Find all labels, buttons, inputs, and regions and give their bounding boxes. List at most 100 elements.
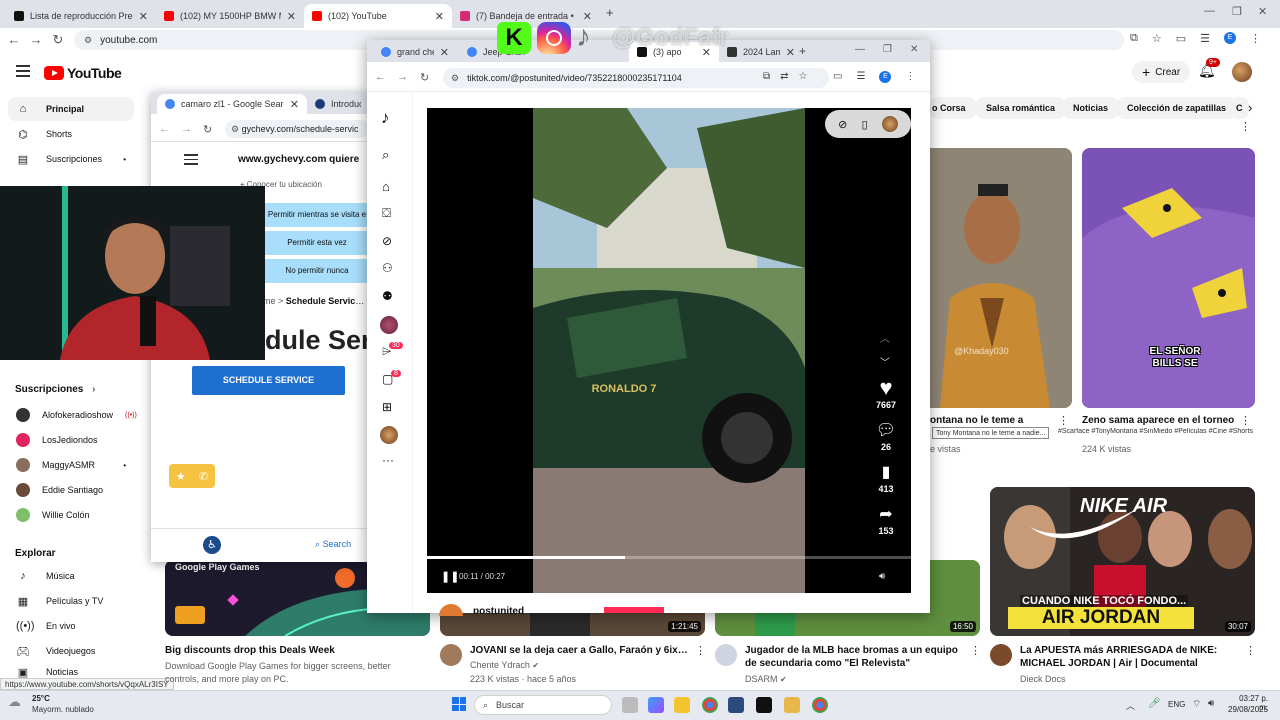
cast-icon[interactable]: ⧉ [1130, 32, 1138, 45]
youtube-logo[interactable]: YouTube [44, 65, 122, 81]
chip-noticias[interactable]: Noticias [1063, 97, 1119, 119]
wifi-icon[interactable]: ⌔ [1192, 698, 1201, 711]
video-title-3[interactable]: Jugador de la MLB hace bromas a un equip… [745, 644, 970, 670]
video-title-1[interactable]: Big discounts drop this Deals Week [165, 644, 425, 657]
new-tab-icon[interactable]: + [606, 5, 614, 20]
explore-compass-icon[interactable]: ⊘ [382, 234, 392, 248]
close-tab-icon[interactable]: ✕ [290, 98, 299, 111]
sidepanel-icon[interactable]: ▭ [833, 71, 842, 83]
schedule-service-button[interactable]: SCHEDULE SERVICE [192, 366, 345, 395]
short-title-1[interactable]: ontana no le teme a [930, 414, 1060, 427]
upload-icon[interactable]: ⊞ [382, 400, 392, 414]
bookmark-star-icon[interactable]: ☆ [799, 71, 808, 82]
chat-widget[interactable]: ★ ✆ [169, 464, 215, 488]
menu-dots-icon[interactable]: ⋮ [905, 71, 915, 83]
volume-icon[interactable]: 🔊︎ [1208, 698, 1214, 709]
sidebar-item-shorts[interactable]: ⌬ Shorts [8, 122, 134, 146]
windows-start-icon[interactable] [452, 697, 466, 711]
chip-more[interactable]: C [1230, 97, 1249, 119]
next-video-icon[interactable]: ﹀ [880, 354, 890, 369]
bookmark-star-icon[interactable]: ☆ [1152, 32, 1162, 45]
tab-search-icon[interactable]: ☰ [1200, 32, 1210, 45]
chrome-icon[interactable] [812, 697, 828, 713]
hamburger-menu-icon[interactable] [16, 65, 30, 80]
video-title-4[interactable]: La APUESTA más ARRIESGADA de NIKE: MICHA… [1020, 644, 1240, 670]
shop-icon[interactable]: ⛋ [382, 206, 391, 221]
channel-avatar[interactable] [715, 644, 737, 666]
tiktok-tab-1[interactable]: grand cher ✕ [373, 42, 457, 62]
close-tab-icon[interactable]: ✕ [287, 10, 296, 23]
reload-icon[interactable]: ↻ [50, 32, 66, 48]
forward-icon[interactable]: → [181, 123, 192, 135]
tiktok-app-icon[interactable] [756, 697, 772, 713]
weather-cloud-icon[interactable]: ☁ [8, 694, 21, 710]
short-thumbnail-1[interactable]: @Khaday030 [930, 148, 1072, 408]
follow-button[interactable] [604, 607, 664, 613]
close-tab-icon[interactable]: ✕ [786, 46, 795, 59]
chevy-tab-2[interactable]: Introducing [307, 94, 369, 114]
live-avatar[interactable] [380, 316, 398, 334]
sidebar-item-suscripciones[interactable]: ▤ Suscripciones • [8, 147, 134, 171]
back-icon[interactable]: ← [6, 32, 22, 47]
video-progress-track[interactable] [427, 556, 911, 559]
home-icon[interactable]: ⌂ [382, 179, 390, 194]
close-tab-icon[interactable]: ✕ [440, 46, 449, 59]
channel-name-row[interactable]: Chente Ydrach ✔ [470, 659, 539, 672]
translate-icon[interactable]: ⇄ [780, 71, 788, 82]
forward-icon[interactable]: → [28, 32, 44, 47]
author-row[interactable]: postunited [473, 606, 524, 614]
mini-player-icon[interactable]: ▯ [862, 118, 868, 131]
following-icon[interactable]: ⚇ [382, 261, 393, 275]
sub-item-alofokeradioshow[interactable]: Alofokeradioshow ((•)) [8, 403, 137, 427]
video-menu-icon[interactable]: ⋮ [970, 644, 981, 657]
search-link[interactable]: ⌕ Search [315, 539, 351, 550]
channel-name-row[interactable]: DSARM ✔ [745, 673, 787, 686]
sidebar-item-en-vivo[interactable]: ((•)) En vivo [8, 614, 134, 638]
reload-icon[interactable]: ↻ [420, 71, 429, 84]
microphone-icon[interactable]: 🎤︎ [1148, 698, 1161, 709]
autoscroll-icon[interactable]: ⊘ [838, 118, 847, 131]
comment-action[interactable]: 💬︎ 26 [867, 420, 905, 452]
like-action[interactable]: ♥ 7667 [867, 376, 905, 411]
sidebar-item-musica[interactable]: ♪ Música [8, 564, 134, 588]
browser-tab-3[interactable]: (102) YouTube ✕ [304, 4, 452, 28]
account-avatar[interactable] [1232, 62, 1252, 82]
sidebar-item-peliculas[interactable]: ▦ Películas y TV [8, 589, 134, 613]
forward-icon[interactable]: → [397, 71, 408, 83]
create-button[interactable]: + Crear [1132, 61, 1191, 83]
tab-search-icon[interactable]: ☰ [856, 71, 865, 83]
allow-once-button[interactable]: Permitir esta vez [265, 231, 369, 255]
tiktok-logo-icon[interactable]: ♪ [381, 108, 390, 128]
profile-avatar[interactable] [380, 426, 398, 444]
short-menu-icon[interactable]: ⋮ [1240, 414, 1251, 427]
short-title-2[interactable]: Zeno sama aparece en el torneo [1082, 414, 1240, 427]
back-icon[interactable]: ← [159, 123, 170, 135]
sidebar-item-videojuegos[interactable]: 🎮︎ Videojuegos [8, 639, 134, 663]
profile-avatar[interactable]: E [1224, 32, 1237, 44]
maximize-icon[interactable]: ❐ [1232, 5, 1242, 18]
volume-icon[interactable]: 🔊︎ [879, 571, 885, 582]
copilot-icon[interactable] [648, 697, 664, 713]
video-title-2[interactable]: JOVANI se la deja caer a Gallo, Faraón y… [470, 644, 690, 657]
search-icon[interactable]: ⌕ [382, 147, 389, 163]
channel-name[interactable]: Dieck Docs [1020, 673, 1066, 686]
more-dots-icon[interactable]: ··· [382, 453, 394, 467]
chip-coleccion-zapatillas[interactable]: Colección de zapatillas [1117, 97, 1237, 119]
breadcrumb-home[interactable]: me > [263, 296, 286, 306]
creator-avatar[interactable] [881, 116, 898, 132]
tiktok-tab-4[interactable]: 2024 Lamb ✕ [719, 42, 803, 62]
short-thumbnail-2[interactable]: EL SEÑOR BILLS SE [1082, 148, 1255, 408]
language-indicator[interactable]: ENG [1168, 700, 1185, 709]
close-tab-icon[interactable]: ✕ [435, 10, 444, 23]
chevy-address-bar[interactable]: ⚙ gychevy.com/schedule-servic [225, 120, 369, 138]
chrome-icon[interactable] [702, 697, 718, 713]
never-allow-button[interactable]: No permitir nunca [265, 259, 369, 283]
cast-icon[interactable]: ⧉ [763, 71, 770, 82]
close-window-icon[interactable]: ✕ [1258, 5, 1267, 18]
app-icon[interactable] [728, 697, 744, 713]
share-action[interactable]: ➦ 153 [867, 504, 905, 536]
sub-item-maggyasmr[interactable]: MaggyASMR • [8, 453, 134, 477]
app-icon[interactable] [784, 697, 800, 713]
minimize-icon[interactable]: — [1204, 5, 1215, 17]
back-icon[interactable]: ← [375, 71, 386, 83]
